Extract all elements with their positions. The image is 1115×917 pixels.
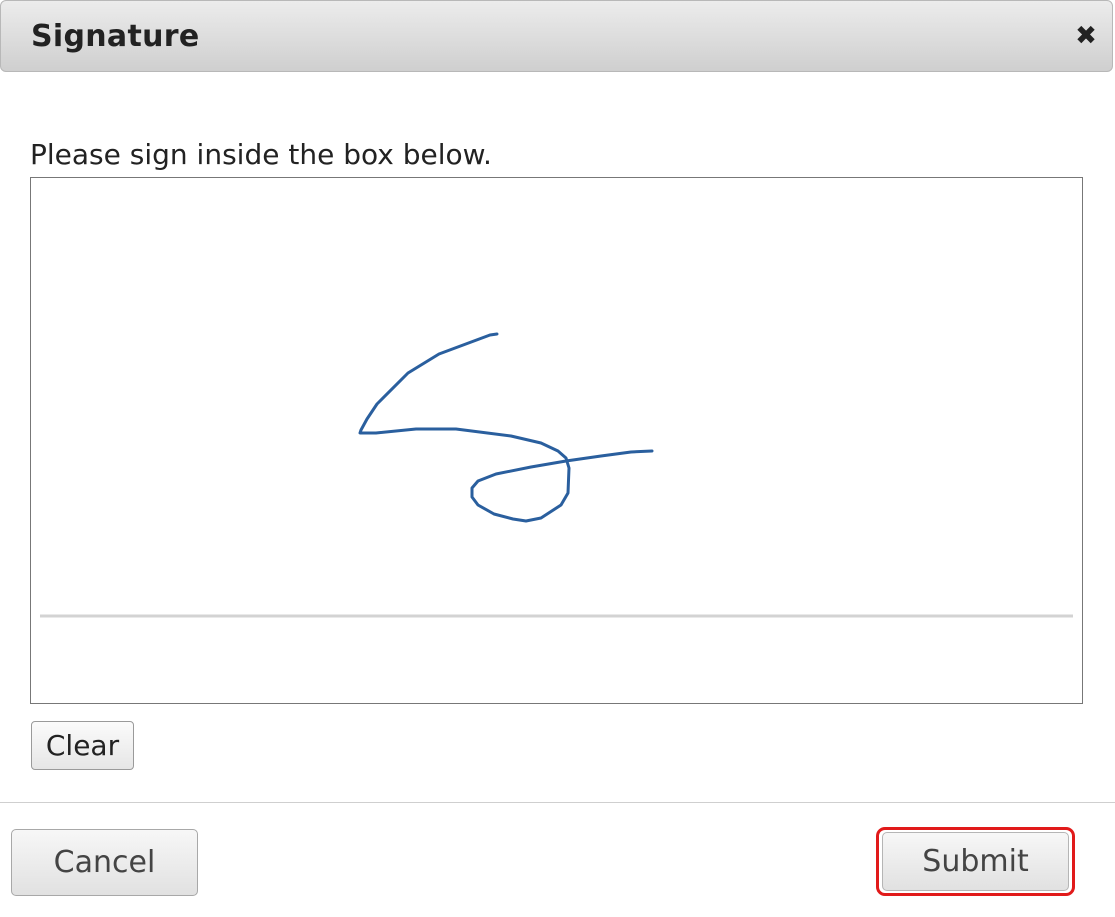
- signature-pad[interactable]: [30, 177, 1083, 704]
- signature-instruction: Please sign inside the box below.: [30, 138, 492, 171]
- signature-stroke: [358, 332, 654, 523]
- dialog-title: Signature: [31, 19, 200, 54]
- close-icon[interactable]: ✖: [1072, 21, 1100, 51]
- submit-highlight: Submit: [876, 827, 1075, 896]
- signature-dialog: Signature ✖ Please sign inside the box b…: [0, 0, 1115, 917]
- clear-button[interactable]: Clear: [31, 721, 134, 770]
- cancel-button[interactable]: Cancel: [11, 829, 198, 896]
- signature-canvas[interactable]: [31, 178, 1084, 705]
- footer-divider: [0, 802, 1115, 803]
- submit-button[interactable]: Submit: [882, 832, 1069, 891]
- dialog-titlebar: Signature ✖: [0, 0, 1113, 72]
